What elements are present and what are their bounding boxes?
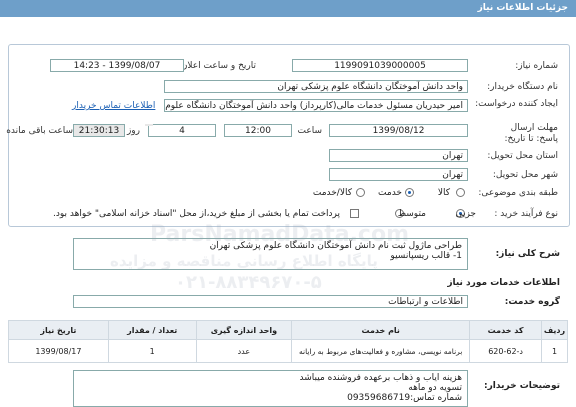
remaining-days-field: 4: [148, 124, 216, 137]
window-title: جزئیات اطلاعات نیاز: [477, 3, 568, 13]
cell-service-code: د-62-620: [469, 339, 543, 363]
cell-service-name: برنامه نویسی، مشاوره و فعالیت‌های مربوط …: [291, 339, 471, 363]
summary-label: شرح کلی نیاز:: [495, 249, 560, 259]
delivery-city-field: تهران: [329, 168, 468, 181]
table-row: 1 د-62-620 برنامه نویسی، مشاوره و فعالیت…: [8, 339, 568, 363]
delivery-city-label: شهر محل تحویل:: [492, 170, 558, 180]
radio-medium-label: متوسط: [397, 209, 426, 219]
process-type-label: نوع فرآیند خرید :: [494, 209, 558, 219]
services-table-header: ردیف کد خدمت نام خدمت واحد اندازه گیری ت…: [8, 320, 568, 340]
subject-class-label: طبقه بندی موضوعی:: [478, 188, 558, 198]
cell-unit: عدد: [195, 339, 293, 363]
radio-service-label: خدمت: [378, 188, 402, 198]
summary-line-2: 1- قالب ریسپانسیو: [390, 251, 462, 261]
deadline-date-field[interactable]: 1399/08/12: [329, 124, 468, 137]
window-title-bar: جزئیات اطلاعات نیاز: [0, 0, 576, 17]
cell-quantity: 1: [107, 339, 197, 363]
service-group-field: اطلاعات و ارتباطات: [73, 295, 468, 308]
radio-goods[interactable]: [456, 188, 465, 197]
col-row: ردیف: [541, 320, 568, 340]
watermark-line-2: ۰۲۱-۸۸۳۴۹۶۷۰-۵: [175, 272, 322, 293]
buyer-notes-label: توضیحات خریدار:: [484, 381, 560, 391]
summary-line-1: طراحی ماژول ثبت نام دانش آموختگان دانشگا…: [209, 241, 462, 251]
buyer-notes-line-2: تسویه دو ماهه: [408, 383, 462, 393]
deadline-time-field[interactable]: 12:00: [224, 124, 292, 137]
buyer-org-field: واحد دانش آموختگان دانشگاه علوم پزشکی ته…: [164, 80, 468, 93]
col-unit: واحد اندازه گیری: [195, 320, 293, 340]
service-group-label: گروه خدمت:: [504, 297, 560, 307]
radio-service[interactable]: [405, 188, 414, 197]
announce-datetime-field: 1399/08/07 - 14:23: [50, 59, 184, 72]
radio-goods-service[interactable]: [356, 188, 365, 197]
col-service-name: نام خدمت: [291, 320, 471, 340]
deadline-time-label: ساعت: [297, 126, 323, 136]
services-table: ردیف کد خدمت نام خدمت واحد اندازه گیری ت…: [8, 320, 568, 363]
delivery-province-field: تهران: [329, 149, 468, 162]
need-number-field: 1199091039000005: [292, 59, 468, 72]
remaining-label: ساعت باقی مانده: [6, 126, 73, 136]
remaining-time-field: 21:30:13: [73, 124, 125, 137]
radio-goods-label: کالا: [437, 188, 450, 198]
need-number-label: شماره نیاز:: [515, 61, 558, 71]
cell-row: 1: [541, 339, 568, 363]
buyer-org-label: نام دستگاه خریدار:: [487, 82, 558, 92]
cell-need-date: 1399/08/17: [8, 339, 109, 363]
treasury-checkbox[interactable]: [350, 209, 359, 218]
col-need-date: تاریخ نیاز: [8, 320, 109, 340]
treasury-note: پرداخت تمام یا بخشی از مبلغ خرید،از محل …: [52, 209, 340, 219]
radio-goods-service-label: کالا/خدمت: [312, 188, 352, 198]
buyer-notes-box: هزینه ایاب و ذهاب برعهده فروشنده میباشد …: [73, 370, 468, 407]
radio-minor-label: جزیی: [455, 209, 476, 219]
deadline-label: مهلت ارسال پاسخ: تا تاریخ:: [504, 123, 558, 144]
summary-box: طراحی ماژول ثبت نام دانش آموختگان دانشگا…: [73, 238, 468, 270]
buyer-notes-line-3: شماره تماس:09359686719: [347, 393, 462, 403]
buyer-notes-line-1: هزینه ایاب و ذهاب برعهده فروشنده میباشد: [299, 373, 462, 383]
creator-label: ایجاد کننده درخواست:: [475, 99, 558, 109]
col-quantity: تعداد / مقدار: [107, 320, 197, 340]
buyer-contact-link[interactable]: اطلاعات تماس خریدار: [72, 101, 155, 111]
delivery-province-label: استان محل تحویل:: [487, 151, 558, 161]
col-service-code: کد خدمت: [469, 320, 543, 340]
creator-field: امیر حیدریان مسئول خدمات مالی(کارپرداز) …: [164, 99, 468, 112]
services-section-title: اطلاعات خدمات مورد نیاز: [447, 278, 560, 288]
